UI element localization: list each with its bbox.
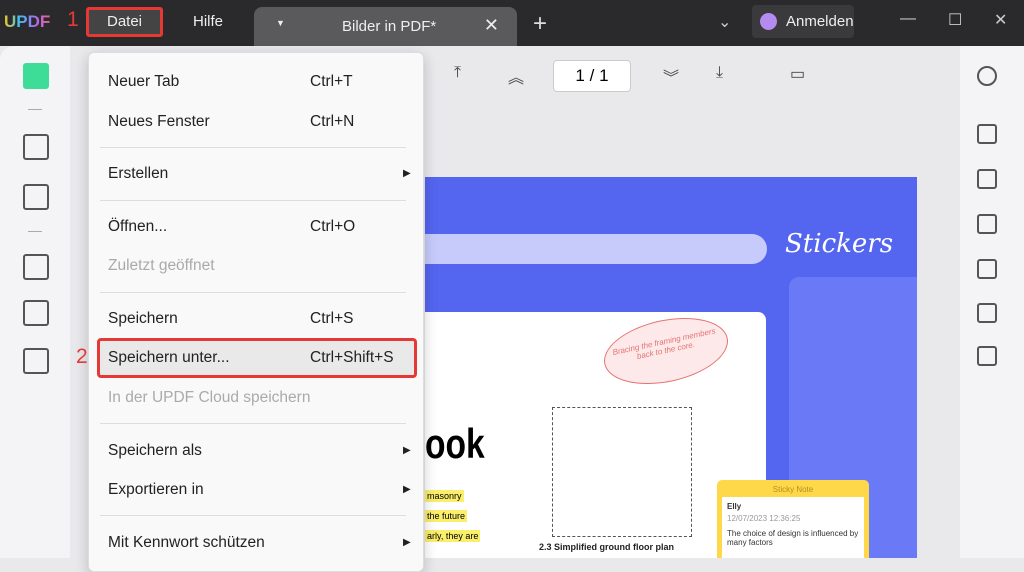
annotation-toolbar-graphic [425,234,767,264]
close-tab-icon[interactable]: ✕ [484,15,499,36]
menu-item-create[interactable]: Erstellen ▶ [108,165,418,183]
search-icon[interactable] [977,66,997,86]
last-page-button[interactable]: ⤓ [716,64,723,82]
menu-shortcut: Ctrl+N [310,113,355,130]
menu-datei[interactable]: Datei [86,7,163,37]
current-page[interactable]: 1 [575,66,584,85]
new-tab-button[interactable]: + [533,10,547,38]
page-separator: / [589,66,595,85]
email-icon[interactable] [977,303,997,323]
menu-shortcut: Ctrl+T [310,73,353,90]
menu-shortcut: Ctrl+Shift+S [310,349,394,366]
menu-divider [100,147,406,148]
menu-divider [100,423,406,424]
minimize-button[interactable]: — [900,10,916,28]
avatar-icon [760,13,777,30]
highlighter-icon[interactable] [23,134,49,160]
menu-item-new-tab[interactable]: Neuer Tab Ctrl+T [108,73,418,91]
plan-caption: 2.3 Simplified ground floor plan [537,541,677,553]
first-page-button[interactable]: ⤒ [454,64,461,82]
highlight-text: masonry [425,490,464,502]
maximize-button[interactable]: ☐ [948,10,962,30]
chevron-down-icon[interactable]: ⌄ [718,12,731,32]
menu-label: Mit Kennwort schützen [108,534,265,551]
menu-shortcut: Ctrl+O [310,218,356,235]
presentation-icon[interactable]: ▭ [790,64,805,84]
crop-icon[interactable] [23,300,49,326]
divider [28,231,42,232]
total-pages: 1 [599,66,609,85]
menu-item-save[interactable]: Speichern Ctrl+S [108,310,418,328]
submenu-arrow-icon: ▶ [403,445,411,456]
convert-file-icon[interactable] [977,169,997,189]
sticky-note-text: The choice of design is influenced by ma… [727,529,859,547]
protect-icon[interactable] [977,214,997,234]
menu-label: Speichern als [108,442,202,459]
left-toolbar [0,46,70,558]
share-icon[interactable] [977,259,997,279]
submenu-arrow-icon: ▶ [403,484,411,495]
organize-pages-icon[interactable] [23,254,49,280]
stickers-heading: Stickers [785,229,894,259]
floor-plan-drawing [552,407,692,537]
menu-item-password-protect[interactable]: Mit Kennwort schützen ▶ [108,534,418,552]
reader-icon[interactable] [23,63,49,89]
updf-logo: UPDF [4,12,51,31]
menu-label: Speichern unter... [108,349,230,366]
submenu-arrow-icon: ▶ [403,537,411,548]
highlight-text: arly, they are [425,530,481,542]
menu-item-recent: Zuletzt geöffnet [108,257,418,275]
menu-item-new-window[interactable]: Neues Fenster Ctrl+N [108,113,418,131]
ocr-icon[interactable] [977,124,997,144]
menu-hilfe[interactable]: Hilfe [183,7,233,37]
sticky-note: Sticky Note Elly 12/07/2023 12:36:25 The… [717,480,869,558]
sticky-note-header: Sticky Note [772,485,814,494]
document-page-image: Stickers ook masonry the future arly, th… [425,177,917,558]
step-marker-1: 1 [67,8,79,31]
menu-label: Neuer Tab [108,73,180,90]
highlight-text: the future [425,510,468,522]
file-menu: Neuer Tab Ctrl+T Neues Fenster Ctrl+N Erst… [88,52,424,572]
menu-divider [100,200,406,201]
next-page-button[interactable]: ︾ [663,64,679,88]
menu-label: Speichern [108,310,178,327]
document-tab[interactable]: ▼ Bilder in PDF* ✕ [254,7,517,46]
menu-label: Exportieren in [108,481,204,498]
edit-icon[interactable] [23,184,49,210]
prev-page-button[interactable]: ︽ [508,64,524,88]
menu-divider [100,292,406,293]
sticky-note-author: Elly [727,502,742,511]
menu-label: Erstellen [108,165,169,182]
title-bar: UPDF 1 Datei Hilfe ▼ Bilder in PDF* ✕ + … [0,0,1024,46]
sticky-note-date: 12/07/2023 12:36:25 [727,514,801,523]
heading-fragment: ook [425,420,485,467]
menu-label: Neues Fenster [108,113,210,130]
menu-label: Zuletzt geöffnet [108,257,215,274]
menu-divider [100,515,406,516]
divider [28,109,42,110]
tab-title: Bilder in PDF* [342,18,437,35]
login-button[interactable]: Anmelden [752,5,854,38]
menu-shortcut: Ctrl+S [310,310,354,327]
convert-icon[interactable] [23,348,49,374]
save-icon[interactable] [977,346,997,366]
menu-item-save-as-format[interactable]: Speichern als ▶ [108,442,418,460]
menu-item-export[interactable]: Exportieren in ▶ [108,481,418,499]
menu-item-save-cloud: In der UPDF Cloud speichern [108,389,418,407]
login-label: Anmelden [786,13,854,30]
close-window-button[interactable]: ✕ [994,10,1007,30]
menu-item-open[interactable]: Öffnen... Ctrl+O [108,218,418,236]
page-indicator[interactable]: 1 / 1 [553,60,631,92]
tab-dropdown-icon[interactable]: ▼ [276,18,285,28]
right-toolbar [960,46,1024,558]
submenu-arrow-icon: ▶ [403,168,411,179]
menu-item-save-as[interactable]: Speichern unter... Ctrl+Shift+S [108,349,418,367]
menu-label: In der UPDF Cloud speichern [108,389,311,406]
menu-label: Öffnen... [108,218,168,235]
step-marker-2: 2 [76,345,88,368]
